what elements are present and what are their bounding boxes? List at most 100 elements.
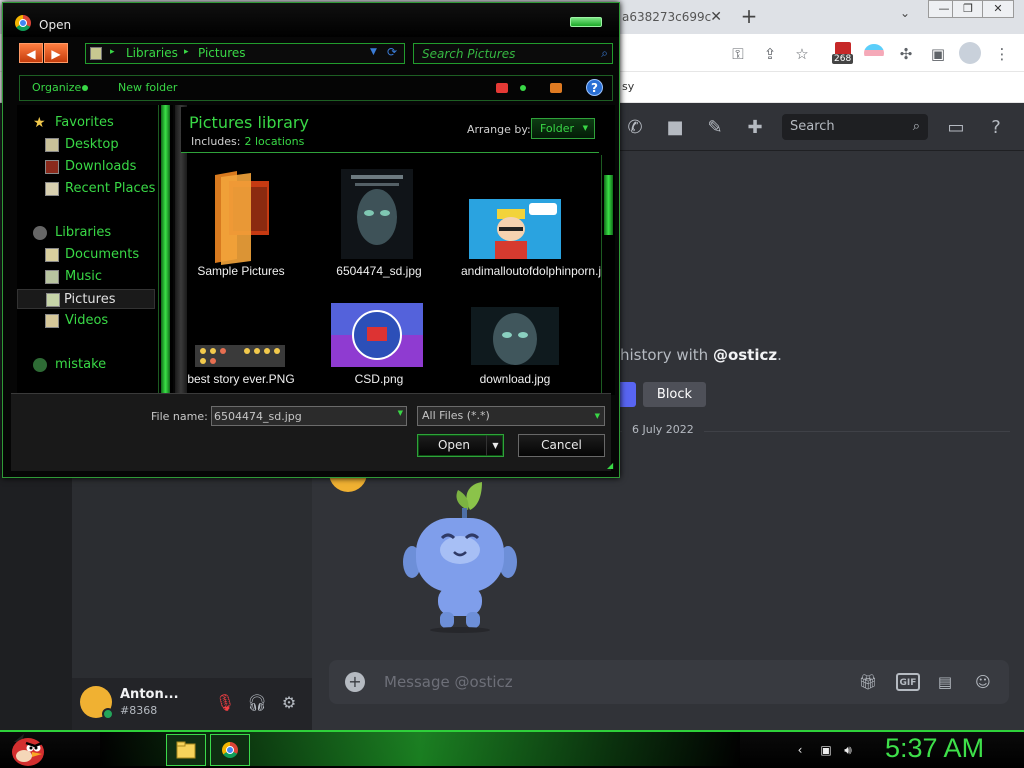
search-icon: ⌕ [912, 119, 920, 134]
resize-grip-icon[interactable]: ◢ [607, 461, 615, 470]
nav-videos[interactable]: Videos [33, 311, 169, 331]
help-icon[interactable]: ? [586, 79, 603, 96]
navigation-scroll-thumb[interactable] [161, 105, 170, 393]
breadcrumb-pictures[interactable]: Pictures [198, 46, 246, 60]
file-list-scroll-thumb[interactable] [604, 175, 613, 235]
explorer-task-button[interactable] [166, 734, 206, 766]
attach-plus-icon[interactable]: + [345, 672, 365, 692]
video-call-icon[interactable]: ■ [664, 117, 686, 139]
side-panel-icon[interactable]: ▣ [927, 43, 949, 65]
restore-button[interactable]: ❐ [952, 0, 984, 18]
breadcrumb-chevron-icon[interactable]: ▸ [184, 47, 189, 57]
arrange-by-dropdown[interactable]: Folder ▼ [531, 118, 595, 139]
file-tile-csd[interactable]: CSD.png [325, 301, 433, 395]
message-placeholder: Message @osticz [384, 673, 513, 691]
nav-libraries[interactable]: Libraries [33, 223, 169, 243]
gif-icon[interactable]: GIF [896, 673, 920, 691]
emoji-screenshot-thumbnail [195, 345, 285, 367]
address-dropdown-icon[interactable]: ▼ [370, 47, 377, 57]
open-options-arrow-icon[interactable]: ▼ [486, 435, 504, 456]
taskbar-clock[interactable]: 5:37 AM [885, 733, 984, 764]
user-avatar[interactable] [80, 686, 114, 720]
nav-homegroup-mistake[interactable]: mistake [33, 355, 169, 375]
recent-places-icon [45, 182, 59, 196]
nav-pictures[interactable]: Pictures [17, 289, 155, 309]
share-icon[interactable]: ⇪ [759, 43, 781, 65]
navigation-scrollbar[interactable] [158, 105, 172, 393]
nav-documents[interactable]: Documents [33, 245, 169, 265]
file-tile-download[interactable]: download.jpg [461, 301, 569, 395]
settings-gear-icon[interactable]: ⚙ [278, 692, 300, 714]
file-tile-best-story[interactable]: best story ever.PNG [187, 301, 295, 395]
start-button-angry-bird-icon[interactable] [8, 732, 48, 768]
file-type-select[interactable]: All Files (*.*) ▼ [417, 406, 605, 426]
voice-call-icon[interactable]: ✆ [624, 117, 646, 139]
chrome-task-button[interactable] [210, 734, 250, 766]
file-name-label: download.jpg [479, 372, 551, 386]
nav-desktop[interactable]: Desktop [33, 135, 169, 155]
file-name-input[interactable] [214, 408, 390, 424]
organize-button[interactable]: Organize [32, 81, 81, 94]
emoji-icon[interactable]: ☺ [972, 671, 994, 693]
key-icon[interactable]: ⚿ [727, 43, 749, 65]
address-bar[interactable]: ▸ Libraries ▸ Pictures ▼ ⟳ [85, 43, 405, 64]
file-name-dropdown-icon[interactable]: ▼ [398, 409, 403, 417]
message-composer[interactable]: + Message @osticz 🎁︎ GIF ▤ ☺ [329, 660, 1009, 704]
preview-pane-icon[interactable] [550, 83, 562, 93]
file-list-scrollbar[interactable] [601, 155, 615, 395]
search-pictures-input[interactable] [422, 45, 592, 62]
breadcrumb-libraries[interactable]: Libraries [126, 46, 178, 60]
new-folder-button[interactable]: New folder [118, 81, 177, 94]
mute-microphone-icon[interactable]: 🎙︎ [214, 692, 236, 714]
tab-search-button[interactable]: ⌄ [895, 6, 915, 26]
folder-icon [176, 741, 196, 759]
profile-avatar[interactable] [959, 42, 981, 64]
bookmark-item[interactable]: sy [622, 80, 634, 93]
extension-badge[interactable]: 268 [832, 42, 854, 66]
view-options-icon[interactable] [496, 83, 508, 93]
organize-dropdown-icon[interactable] [82, 85, 88, 91]
nav-downloads[interactable]: Downloads [33, 157, 169, 177]
flag-extension-icon[interactable] [864, 44, 884, 62]
online-status-icon [102, 708, 114, 720]
add-friend-icon[interactable]: ✚ [744, 117, 766, 139]
sticker-icon[interactable]: ▤ [934, 671, 956, 693]
nav-music[interactable]: Music [33, 267, 169, 287]
file-tile-sample-pictures[interactable]: Sample Pictures [187, 165, 295, 278]
file-tile-comic[interactable]: andimalloutofdolphinporn.jpg [461, 165, 614, 278]
block-button[interactable]: Block [643, 382, 706, 407]
close-tab-icon[interactable]: ✕ [710, 0, 722, 34]
new-tab-button[interactable]: + [737, 4, 761, 28]
extensions-puzzle-icon[interactable]: ✣ [895, 43, 917, 65]
gift-icon[interactable]: 🎁︎ [857, 671, 879, 693]
refresh-icon[interactable]: ⟳ [387, 45, 403, 61]
close-window-button[interactable]: ✕ [982, 0, 1014, 18]
more-menu-icon[interactable]: ⋮ [991, 43, 1013, 65]
cancel-button[interactable]: Cancel [518, 434, 605, 457]
forward-arrow-icon[interactable]: ▶ [44, 43, 68, 63]
locations-link[interactable]: 2 locations [244, 135, 304, 148]
open-button[interactable]: Open ▼ [417, 434, 504, 457]
show-hidden-icons-icon[interactable]: ‹ [792, 742, 808, 758]
browser-tab[interactable]: a638273c699c ✕ [612, 0, 728, 34]
dialog-close-button[interactable] [570, 17, 602, 27]
inbox-icon[interactable]: ▭ [945, 117, 967, 139]
breadcrumb-chevron-icon[interactable]: ▸ [110, 47, 115, 57]
file-tile-6504474-sd[interactable]: 6504474_sd.jpg [325, 165, 433, 278]
bookmark-star-icon[interactable]: ☆ [791, 43, 813, 65]
back-arrow-icon[interactable]: ◀ [19, 43, 43, 63]
discord-search[interactable]: Search ⌕ [782, 114, 928, 140]
help-icon[interactable]: ? [985, 117, 1007, 139]
pin-icon[interactable]: ✎ [704, 117, 726, 139]
browser-tab-title: a638273c699c [622, 10, 712, 24]
tray-app-icon[interactable]: ▣ [818, 742, 834, 758]
dialog-titlebar: Open [3, 3, 619, 37]
nav-recent-places[interactable]: Recent Places [33, 179, 169, 199]
volume-icon[interactable]: 🔊︎ [840, 742, 856, 758]
headphones-icon[interactable]: 🎧︎ [246, 692, 268, 714]
add-friend-button[interactable] [620, 382, 636, 407]
nav-favorites[interactable]: ★ Favorites [33, 113, 169, 133]
search-icon[interactable]: ⌕ [601, 46, 608, 61]
dialog-footer: File name: ▼ All Files (*.*) ▼ Open ▼ Ca… [11, 393, 611, 471]
view-dropdown-icon[interactable] [520, 85, 526, 91]
